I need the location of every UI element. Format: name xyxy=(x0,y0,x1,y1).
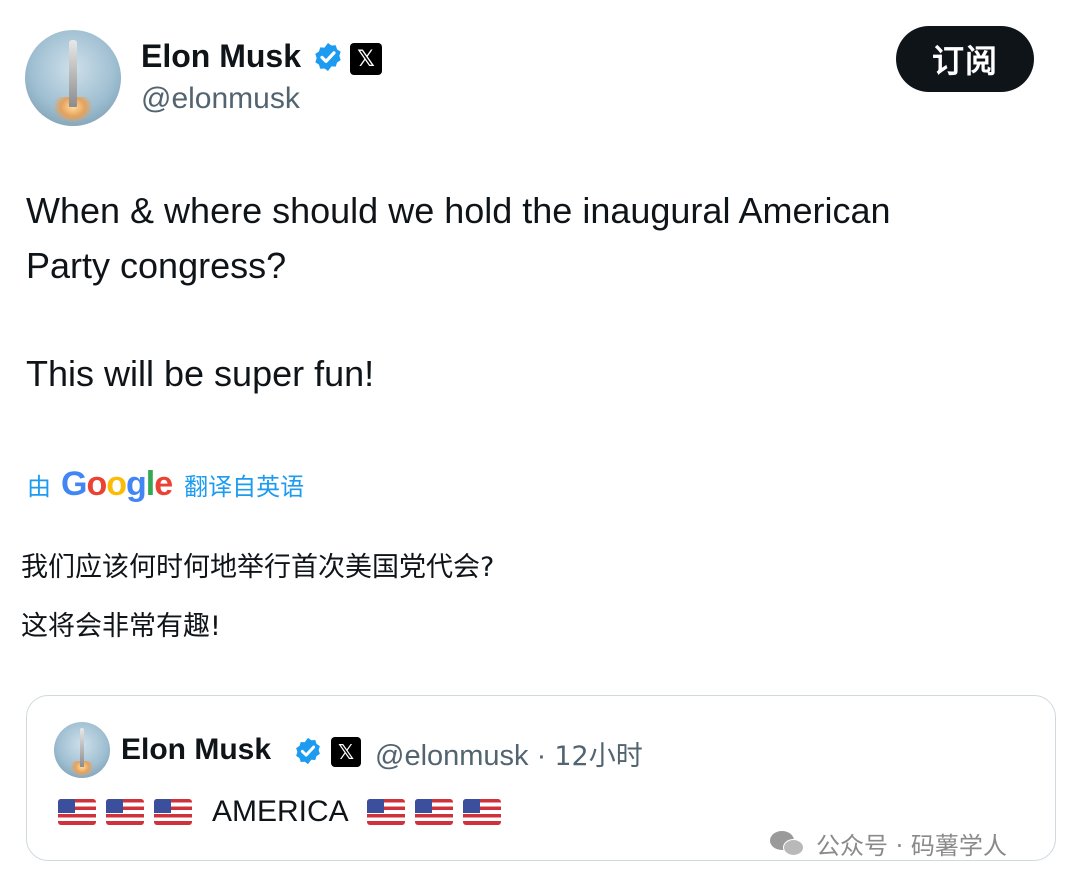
google-logo-letter: o xyxy=(106,464,127,503)
quoted-author-name[interactable]: Elon Musk xyxy=(121,733,271,767)
author-name[interactable]: Elon Musk xyxy=(141,38,301,75)
us-flag-icon xyxy=(462,799,501,825)
us-flag-icon xyxy=(366,799,405,825)
translation-prefix: 由 xyxy=(27,472,51,501)
verified-check-icon xyxy=(296,737,320,765)
google-logo-letter: l xyxy=(145,464,156,503)
x-logo-icon: 𝕏 xyxy=(331,737,361,767)
translation-attribution[interactable]: 由 Google 翻译自英语 xyxy=(27,464,304,504)
google-logo-letter: G xyxy=(61,464,87,503)
google-logo-letter: g xyxy=(126,464,147,503)
tweet-text-line: This will be super fun! xyxy=(26,353,375,394)
us-flag-icon xyxy=(154,799,192,825)
meta-separator: · xyxy=(536,740,547,772)
translated-text-line: 这将会非常有趣! xyxy=(21,611,221,642)
quoted-tweet-time[interactable]: 12小时 xyxy=(554,741,642,772)
x-logo-icon: 𝕏 xyxy=(350,43,382,75)
quoted-author-handle[interactable]: @elonmusk xyxy=(375,740,529,772)
tweet-text-line: When & where should we hold the inaugura… xyxy=(26,190,891,231)
tweet-text-line: Party congress? xyxy=(26,245,287,286)
wechat-watermark: 公众号 · 码薯学人 xyxy=(770,826,1007,861)
quoted-author-avatar[interactable] xyxy=(54,722,110,778)
verified-check-icon xyxy=(315,43,341,71)
us-flag-icon xyxy=(58,799,96,825)
us-flag-icon xyxy=(106,799,144,825)
google-logo: Google xyxy=(61,464,173,504)
translation-suffix: 翻译自英语 xyxy=(184,472,305,501)
watermark-text: 公众号 · 码薯学人 xyxy=(816,832,1007,860)
author-avatar[interactable] xyxy=(25,30,121,126)
google-logo-letter: o xyxy=(86,464,107,503)
translated-text-line: 我们应该何时何地举行首次美国党代会? xyxy=(21,552,495,583)
quoted-tweet-text: AMERICA xyxy=(58,792,511,832)
subscribe-button[interactable]: 订阅 xyxy=(896,26,1034,92)
quoted-tweet-body: AMERICA xyxy=(212,795,349,828)
google-logo-letter: e xyxy=(154,464,173,503)
quoted-tweet-meta: @elonmusk · 12小时 xyxy=(375,734,643,773)
us-flag-icon xyxy=(414,799,453,825)
author-handle[interactable]: @elonmusk xyxy=(141,82,300,116)
wechat-icon xyxy=(770,829,806,859)
